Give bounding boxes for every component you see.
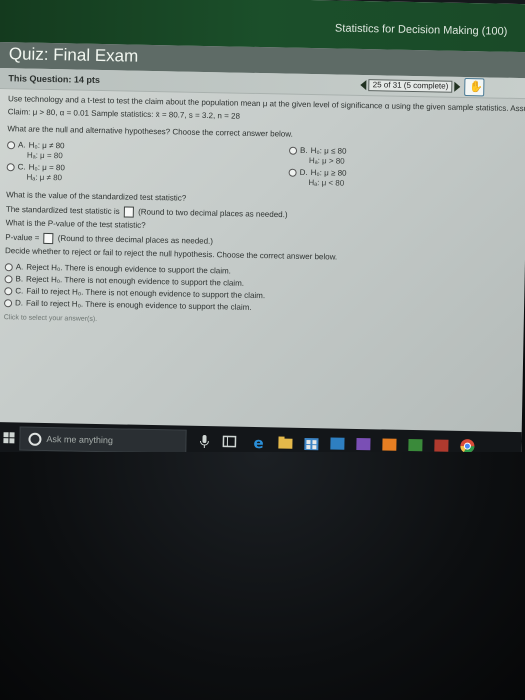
decide-prompt: Decide whether to reject or fail to reje… <box>4 246 338 262</box>
option-hyp-a-ha: Hₐ: μ = 80 <box>26 150 63 161</box>
question-nav: 25 of 31 (5 complete) <box>360 79 461 93</box>
store-icon[interactable] <box>303 435 319 451</box>
select-hint: Click to select your answer(s). <box>3 314 98 323</box>
radio-hyp-a[interactable] <box>7 140 16 149</box>
option-text: Fail to reject H₀. There is not enough e… <box>26 286 266 301</box>
option-h0: H₀: μ ≥ 80 <box>310 168 347 178</box>
task-view-icon[interactable] <box>221 433 237 449</box>
search-placeholder: Ask me anything <box>46 434 114 446</box>
option-letter: D. <box>299 167 308 177</box>
option-hyp-c[interactable]: C. H₀: μ = 80 <box>6 162 65 173</box>
option-letter: D. <box>14 298 24 308</box>
option-h0: H₀: μ ≠ 80 <box>28 140 65 151</box>
option-hyp-a[interactable]: A. H₀: μ ≠ 80 <box>7 140 65 150</box>
option-h0: H₀: μ = 80 <box>28 162 65 173</box>
app-tile-icon-4[interactable] <box>407 437 423 453</box>
option-decide-b[interactable]: B. Reject H₀. There is not enough eviden… <box>4 274 244 288</box>
app-tile-icon[interactable] <box>329 435 345 451</box>
option-hyp-d[interactable]: D. H₀: μ ≥ 80 <box>288 167 347 178</box>
option-letter: B. <box>299 145 308 155</box>
option-h0: H₀: μ ≤ 80 <box>310 146 347 156</box>
option-text: Fail to reject H₀. There is enough evide… <box>25 298 252 312</box>
laptop-bezel <box>0 452 525 700</box>
pvalue-input[interactable] <box>43 232 54 245</box>
radio-decide-d[interactable] <box>3 298 13 307</box>
laptop-screen: Statistics for Decision Making (100) Qui… <box>0 0 525 465</box>
pvalue-suffix: (Round to three decimal places as needed… <box>57 233 214 246</box>
edge-browser-icon[interactable]: e <box>251 434 267 450</box>
option-text: Reject H₀. There is not enough evidence … <box>26 274 245 288</box>
help-icon: ✋ <box>469 81 484 94</box>
app-tile-icon-3[interactable] <box>381 436 397 452</box>
option-decide-d[interactable]: D. Fail to reject H₀. There is enough ev… <box>3 298 252 312</box>
course-name: Statistics for Decision Making (100) <box>334 22 508 38</box>
option-text: Reject H₀. There is enough evidence to s… <box>26 262 231 276</box>
radio-decide-b[interactable] <box>4 274 13 283</box>
radio-hyp-d[interactable] <box>288 168 297 177</box>
option-letter: C. <box>17 162 26 172</box>
cortana-icon <box>28 432 42 446</box>
stat-prefix: The standardized test statistic is <box>5 204 120 216</box>
stat-suffix: (Round to two decimal places as needed.) <box>138 207 288 220</box>
help-button[interactable]: ✋ <box>464 77 485 97</box>
radio-decide-a[interactable] <box>4 262 13 271</box>
option-decide-a[interactable]: A. Reject H₀. There is enough evidence t… <box>4 262 231 276</box>
pvalue-prefix: P-value = <box>5 232 40 243</box>
cortana-search-box[interactable]: Ask me anything <box>19 426 187 454</box>
radio-hyp-c[interactable] <box>6 162 15 171</box>
option-hyp-b[interactable]: B. H₀: μ ≤ 80 <box>288 145 347 156</box>
option-letter: C. <box>15 286 24 296</box>
option-letter: A. <box>15 262 24 272</box>
photo-frame: Statistics for Decision Making (100) Qui… <box>0 0 525 700</box>
option-hyp-d-ha: Hₐ: μ < 80 <box>308 177 345 188</box>
previous-question-icon[interactable] <box>360 79 367 91</box>
quiz-title: Quiz: Final Exam <box>8 44 139 66</box>
option-hyp-c-ha: Hₐ: μ ≠ 80 <box>26 172 63 183</box>
question-progress-select[interactable]: 25 of 31 (5 complete) <box>368 79 453 93</box>
option-letter: A. <box>18 140 26 150</box>
file-explorer-icon[interactable] <box>277 434 293 450</box>
hypothesis-prompt: What are the null and alternative hypoth… <box>7 124 293 139</box>
microphone-icon[interactable] <box>197 433 211 449</box>
question-claim: Claim: μ > 80, α = 0.01 Sample statistic… <box>7 107 241 121</box>
option-letter: B. <box>15 274 24 284</box>
question-points: This Question: 14 pts <box>8 73 100 85</box>
windows-start-icon[interactable] <box>3 432 15 444</box>
stat-prompt: What is the value of the standardized te… <box>6 190 187 203</box>
svg-text:e: e <box>253 434 264 450</box>
stat-input[interactable] <box>123 206 135 218</box>
radio-decide-c[interactable] <box>4 286 13 295</box>
pvalue-answer-row: P-value = (Round to three decimal places… <box>5 232 213 247</box>
radio-hyp-b[interactable] <box>288 146 298 155</box>
app-tile-icon-2[interactable] <box>355 436 371 452</box>
next-question-icon[interactable] <box>454 81 461 92</box>
pvalue-prompt: What is the P-value of the test statisti… <box>5 218 146 230</box>
option-hyp-b-ha: Hₐ: μ > 80 <box>308 155 345 166</box>
